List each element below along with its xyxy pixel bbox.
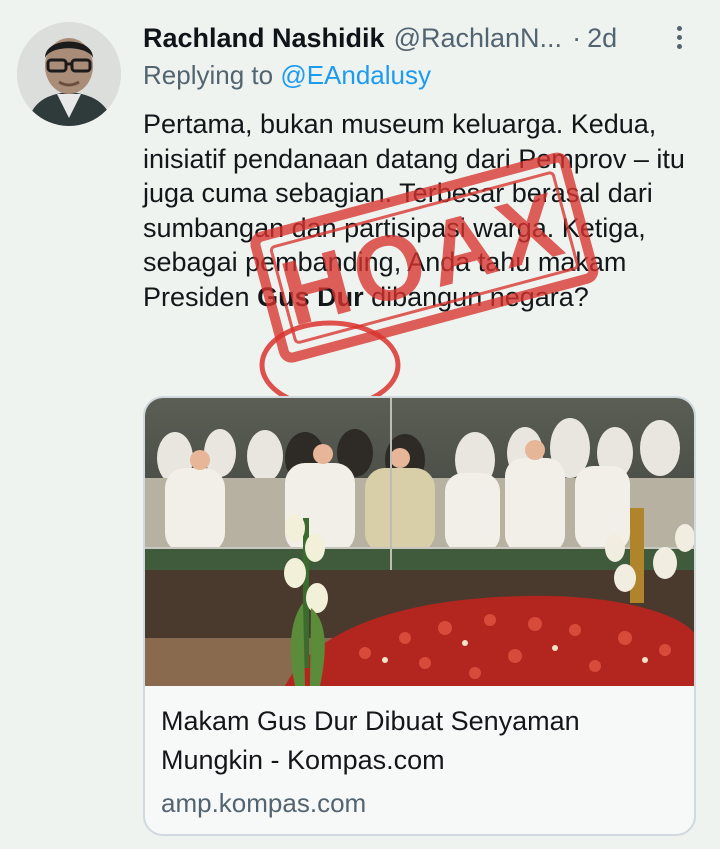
tweet-header: Rachland Nashidik @RachlanN... · 2d bbox=[143, 18, 703, 58]
separator-dot: · bbox=[572, 22, 582, 53]
author-name[interactable]: Rachland Nashidik bbox=[143, 23, 385, 54]
avatar-photo bbox=[17, 22, 121, 126]
avatar[interactable] bbox=[17, 22, 121, 126]
tweet-time[interactable]: 2d bbox=[587, 23, 617, 54]
link-card-image bbox=[145, 398, 694, 686]
link-card[interactable]: Makam Gus Dur Dibuat Senyaman Mungkin - … bbox=[143, 396, 696, 836]
tweet-text-bold: Gus Dur bbox=[257, 281, 364, 312]
tweet-text-part2: dibangun negara? bbox=[363, 281, 589, 312]
tweet[interactable]: Rachland Nashidik @RachlanN... · 2d Repl… bbox=[0, 0, 720, 849]
replying-prefix: Replying to bbox=[143, 60, 274, 90]
replying-to: Replying to @EAndalusy bbox=[143, 60, 431, 91]
replying-to-mention[interactable]: @EAndalusy bbox=[280, 60, 431, 90]
link-card-title[interactable]: Makam Gus Dur Dibuat Senyaman Mungkin - … bbox=[161, 702, 681, 780]
more-options-icon[interactable] bbox=[668, 22, 690, 52]
tweet-text: Pertama, bukan museum keluarga. Kedua, i… bbox=[143, 107, 688, 314]
author-handle[interactable]: @RachlanN... bbox=[394, 23, 562, 54]
link-card-domain: amp.kompas.com bbox=[161, 788, 367, 818]
